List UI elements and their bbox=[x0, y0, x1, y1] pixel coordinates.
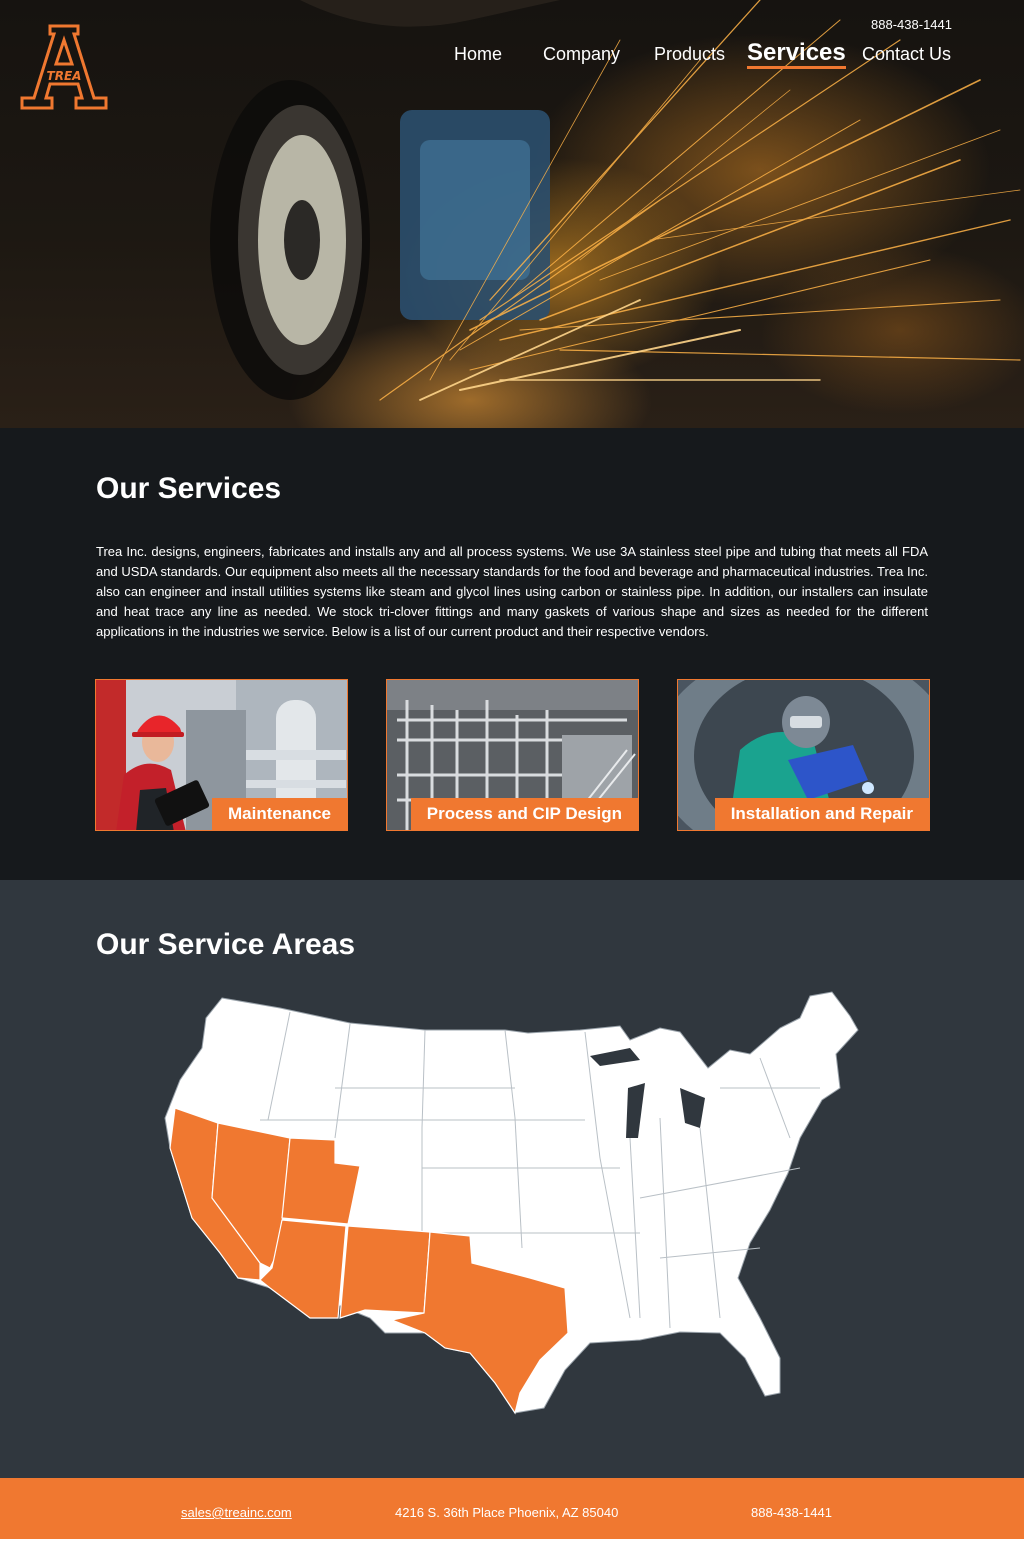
card-label-installation-repair: Installation and Repair bbox=[714, 798, 929, 830]
nav-contact-us[interactable]: Contact Us bbox=[862, 44, 951, 65]
nav-services[interactable]: Services bbox=[747, 39, 846, 69]
services-title: Our Services bbox=[96, 472, 282, 505]
footer-phone[interactable]: 888-438-1441 bbox=[751, 1505, 832, 1520]
footer: sales@treainc.com 4216 S. 36th Place Pho… bbox=[0, 1478, 1024, 1539]
hero-banner: TREA 888-438-1441 Home Company Products … bbox=[0, 0, 1024, 428]
us-service-map bbox=[164, 991, 859, 1415]
nav-home[interactable]: Home bbox=[454, 44, 502, 65]
footer-address: 4216 S. 36th Place Phoenix, AZ 85040 bbox=[395, 1505, 619, 1520]
header-phone[interactable]: 888-438-1441 bbox=[871, 17, 952, 32]
service-areas-section: Our Service Areas bbox=[0, 880, 1024, 1478]
card-label-process-cip-design: Process and CIP Design bbox=[410, 798, 638, 830]
service-card-maintenance[interactable]: Maintenance bbox=[95, 679, 348, 831]
service-card-process-cip-design[interactable]: Process and CIP Design bbox=[386, 679, 639, 831]
footer-email-link[interactable]: sales@treainc.com bbox=[181, 1505, 292, 1520]
services-description: Trea Inc. designs, engineers, fabricates… bbox=[96, 544, 928, 639]
card-label-maintenance: Maintenance bbox=[212, 798, 347, 830]
nav-company[interactable]: Company bbox=[543, 44, 620, 65]
service-areas-title: Our Service Areas bbox=[96, 928, 356, 961]
service-card-installation-repair[interactable]: Installation and Repair bbox=[677, 679, 930, 831]
nav-products[interactable]: Products bbox=[654, 44, 725, 65]
services-section: Our Services Trea Inc. designs, engineer… bbox=[0, 428, 1024, 880]
state-new-mexico bbox=[339, 1225, 431, 1319]
main-nav: Home Company Products Services Contact U… bbox=[0, 38, 1024, 72]
